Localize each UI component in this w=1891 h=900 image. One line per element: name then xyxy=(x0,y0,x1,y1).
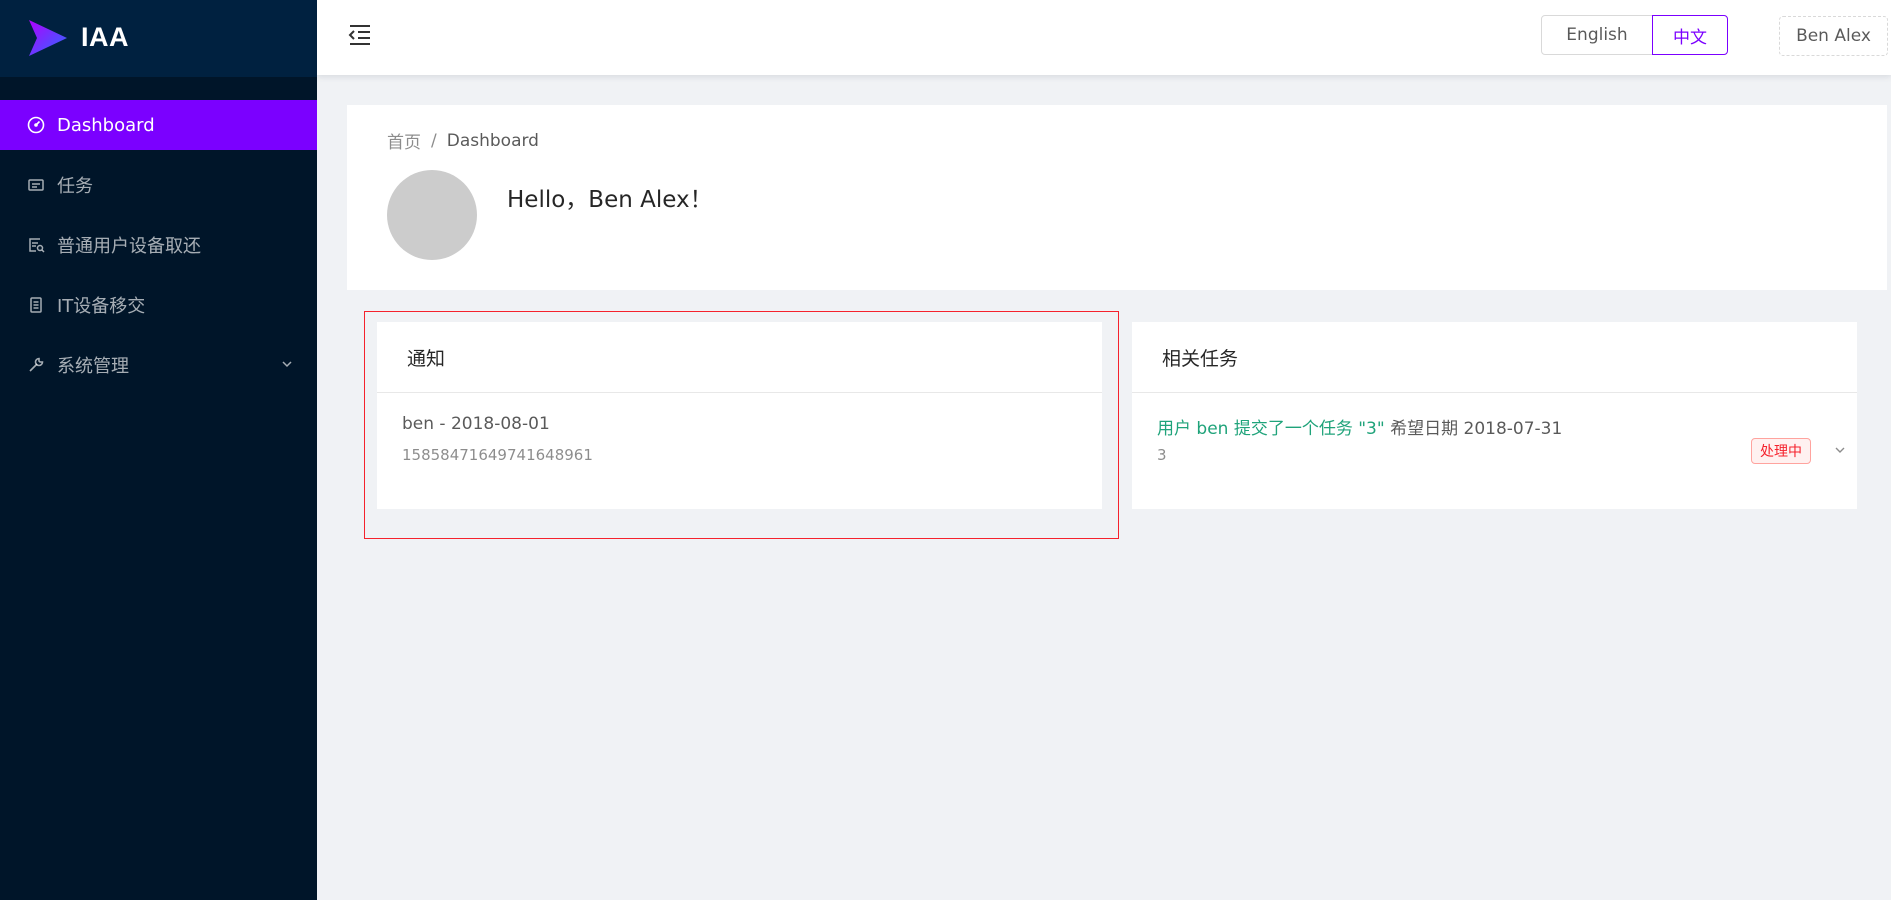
device-request-icon xyxy=(26,235,46,255)
top-header: English 中文 Ben Alex xyxy=(317,0,1891,75)
sidebar-item-label: IT设备移交 xyxy=(57,296,146,317)
task-item-expected-date: 希望日期 2018-07-31 xyxy=(1390,419,1563,439)
lang-english-button[interactable]: English xyxy=(1541,15,1653,55)
sidebar-item-label: Dashboard xyxy=(57,114,155,136)
language-switcher: English 中文 xyxy=(1541,15,1728,55)
breadcrumb-separator: / xyxy=(431,130,437,151)
sidebar-item-label: 任务 xyxy=(57,176,93,197)
avatar xyxy=(387,170,477,260)
breadcrumb-home[interactable]: 首页 xyxy=(387,128,421,153)
tool-icon xyxy=(26,355,46,375)
chevron-down-icon xyxy=(282,361,292,368)
sidebar-menu: Dashboard 任务 普通用户设备取还 IT设备移交 系统管理 xyxy=(0,100,317,400)
task-item-title: 用户 ben 提交了一个任务 "3" 希望日期 2018-07-31 xyxy=(1157,414,1562,439)
sidebar-item-system-admin[interactable]: 系统管理 xyxy=(0,340,317,390)
handover-icon xyxy=(26,295,46,315)
sidebar: IAA Dashboard 任务 普通用户设备取还 IT设备移交 系统管理 xyxy=(0,0,317,900)
user-menu-button[interactable]: Ben Alex xyxy=(1779,16,1888,56)
chevron-down-icon[interactable] xyxy=(1832,442,1848,458)
sidebar-item-tasks[interactable]: 任务 xyxy=(0,160,317,210)
sidebar-item-label: 普通用户设备取还 xyxy=(57,236,201,257)
sidebar-item-label: 系统管理 xyxy=(57,356,129,377)
task-item-description: 3 xyxy=(1157,446,1167,464)
task-item-link[interactable]: 用户 ben 提交了一个任务 "3" xyxy=(1157,419,1385,439)
logo-text: IAA xyxy=(81,22,129,52)
task-card: 相关任务 用户 ben 提交了一个任务 "3" 希望日期 2018-07-31 … xyxy=(1132,322,1857,509)
breadcrumb-current: Dashboard xyxy=(446,130,539,151)
dashboard-icon xyxy=(26,115,46,135)
logo[interactable]: IAA xyxy=(0,0,317,77)
page-header: 首页 / Dashboard Hello，Ben Alex！ xyxy=(347,105,1887,290)
task-icon xyxy=(26,175,46,195)
lang-chinese-button[interactable]: 中文 xyxy=(1652,15,1728,55)
logo-icon xyxy=(29,20,67,56)
notice-card-highlight-border xyxy=(364,311,1119,539)
greeting-text: Hello，Ben Alex！ xyxy=(507,187,713,213)
sidebar-item-device-request[interactable]: 普通用户设备取还 xyxy=(0,220,317,270)
breadcrumb: 首页 / Dashboard xyxy=(387,128,539,154)
sidebar-item-dashboard[interactable]: Dashboard xyxy=(0,100,317,150)
status-badge: 处理中 xyxy=(1751,438,1811,464)
menu-fold-icon[interactable] xyxy=(347,22,373,48)
sidebar-item-handover[interactable]: IT设备移交 xyxy=(0,280,317,330)
task-card-title: 相关任务 xyxy=(1132,322,1857,393)
